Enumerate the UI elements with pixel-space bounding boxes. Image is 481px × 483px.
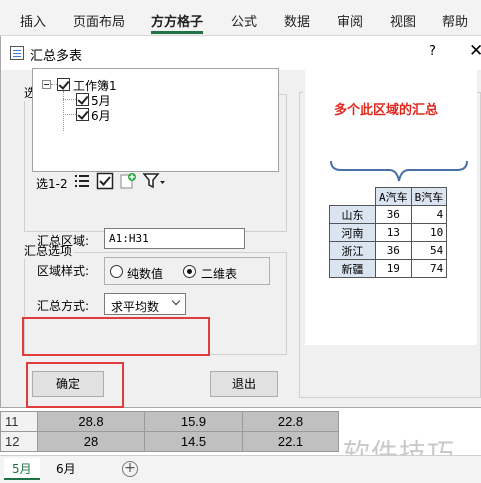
method-select-value: 求平均数 <box>111 300 160 314</box>
method-highlight-box <box>22 317 210 356</box>
tree-connector <box>63 91 64 131</box>
example-cell: 4 <box>410 205 448 224</box>
filter-dropdown-icon[interactable] <box>142 172 166 190</box>
example-table: A汽车 B汽车 山东 36 4 河南 13 10 浙江 36 54 新疆 19 … <box>329 187 448 278</box>
sheet-tab-bar: 5月 6月 + <box>0 455 481 483</box>
example-cell: 36 <box>375 241 412 260</box>
row-header[interactable]: 11 <box>0 411 38 432</box>
example-cell: 36 <box>375 205 412 224</box>
active-tab-indicator <box>151 31 203 34</box>
ribbon-tab-fangfang[interactable]: 方方格子 <box>151 11 203 30</box>
cell[interactable]: 14.5 <box>144 431 243 452</box>
example-panel: 多个此区域的汇总 A汽车 B汽车 山东 36 4 河南 13 10 浙江 36 … <box>305 62 477 345</box>
example-cell: 10 <box>410 223 448 242</box>
ribbon-tab-help[interactable]: 帮助 <box>442 11 468 30</box>
sheet-tree[interactable]: 工作簿1 5月 6月 <box>32 68 279 172</box>
radio-2d-table[interactable] <box>183 265 196 278</box>
cell[interactable]: 22.8 <box>242 411 339 432</box>
ribbon-tab-page-layout[interactable]: 页面布局 <box>73 11 125 30</box>
list-icon[interactable] <box>73 172 91 190</box>
style-label: 区域样式: <box>37 264 90 278</box>
add-sheet-icon[interactable] <box>119 172 137 190</box>
ribbon-tab-insert[interactable]: 插入 <box>20 11 46 30</box>
example-cell: 13 <box>375 223 412 242</box>
tree-connector <box>63 114 76 115</box>
radio-2d-table-label[interactable]: 二维表 <box>201 265 237 282</box>
check-all-icon[interactable] <box>96 172 114 190</box>
style-radio-group: 纯数值 二维表 <box>104 257 270 285</box>
method-label: 汇总方式: <box>37 299 90 313</box>
example-row-header: 新疆 <box>329 259 376 278</box>
table-row: 12 28 14.5 22.1 <box>0 431 339 452</box>
ribbon-tab-formulas[interactable]: 公式 <box>231 11 257 30</box>
ok-highlight-box <box>26 362 124 408</box>
chevron-down-icon <box>171 296 181 306</box>
workbook-checkbox[interactable] <box>57 78 70 91</box>
radio-pure-values[interactable] <box>110 265 123 278</box>
tree-item-june[interactable]: 6月 <box>91 107 111 124</box>
brace-icon <box>330 160 468 182</box>
ribbon-tab-view[interactable]: 视图 <box>390 11 416 30</box>
example-cell: 54 <box>410 241 448 260</box>
cell[interactable]: 28 <box>37 431 145 452</box>
example-row-header: 河南 <box>329 223 376 242</box>
example-col-header: B汽车 <box>410 187 448 206</box>
dialog-title: 汇总多表 <box>30 49 83 64</box>
example-caption: 多个此区域的汇总 <box>334 103 439 118</box>
tree-connector <box>63 99 76 100</box>
sheet-checkbox-may[interactable] <box>76 93 89 106</box>
example-row-header: 山东 <box>329 205 376 224</box>
sheet-checkbox-june[interactable] <box>76 108 89 121</box>
help-button[interactable]: ? <box>429 44 436 59</box>
add-sheet-icon[interactable]: + <box>122 461 138 477</box>
table-row: 11 28.8 15.9 22.8 <box>0 411 339 432</box>
example-cell: 19 <box>375 259 412 278</box>
range-input[interactable] <box>104 228 245 249</box>
cell[interactable]: 15.9 <box>144 411 243 432</box>
example-row-header: 浙江 <box>329 241 376 260</box>
ribbon-tab-review[interactable]: 审阅 <box>337 11 363 30</box>
method-select[interactable]: 求平均数 <box>104 293 186 315</box>
table-icon <box>10 46 24 60</box>
sheet-tab-may[interactable]: 5月 <box>4 458 40 480</box>
example-col-header: A汽车 <box>375 187 412 206</box>
ribbon-tab-data[interactable]: 数据 <box>284 11 310 30</box>
worksheet-grid: 11 28.8 15.9 22.8 12 28 14.5 22.1 <box>0 411 339 452</box>
cell[interactable]: 28.8 <box>37 411 145 432</box>
range-label: 汇总区域: <box>37 234 90 248</box>
sheet-tab-june[interactable]: 6月 <box>48 458 84 480</box>
close-button[interactable]: ✕ <box>469 41 481 61</box>
ribbon-tab-bar: 插入 页面布局 方方格子 公式 数据 审阅 视图 帮助 <box>0 0 481 36</box>
cell[interactable]: 22.1 <box>242 431 339 452</box>
collapse-icon[interactable] <box>42 80 51 89</box>
selection-count: 选1-2 <box>36 177 68 191</box>
exit-button[interactable]: 退出 <box>210 371 278 397</box>
example-cell: 74 <box>410 259 448 278</box>
radio-pure-values-label[interactable]: 纯数值 <box>127 265 163 282</box>
row-header[interactable]: 12 <box>0 431 38 452</box>
